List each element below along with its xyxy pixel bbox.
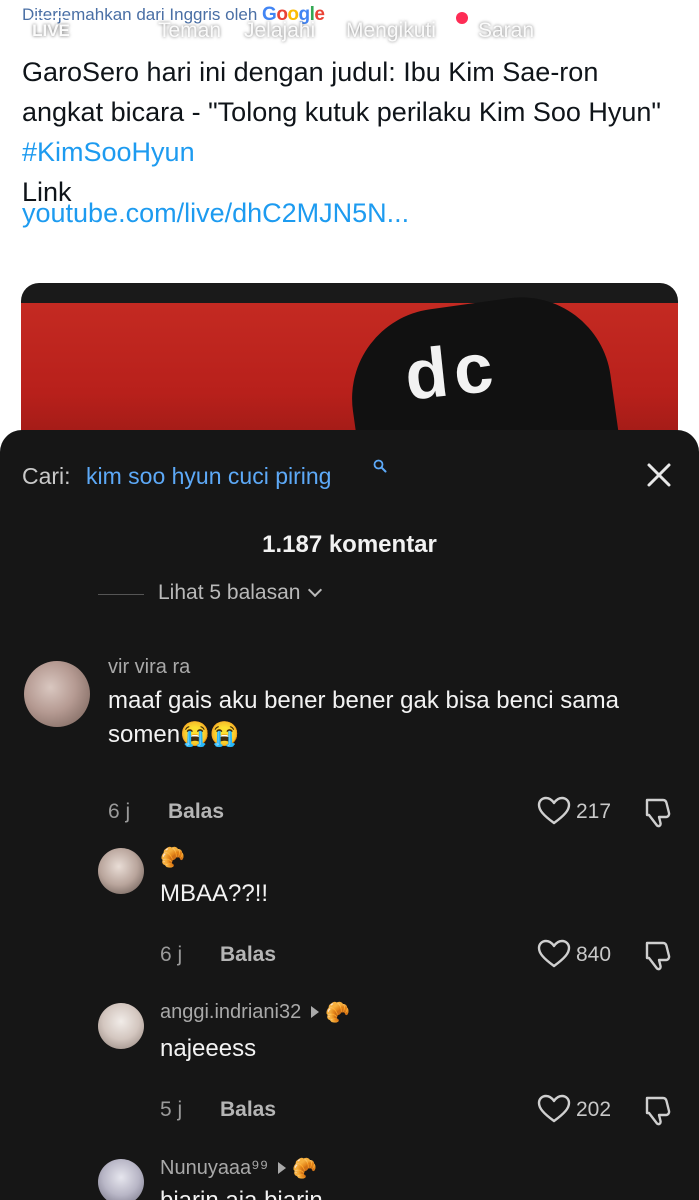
croissant-badge-icon: 🥐 <box>325 1002 351 1024</box>
search-mini-icon <box>373 459 387 473</box>
view-replies-label: Lihat 5 balasan <box>158 581 301 604</box>
tab-mengikuti[interactable]: Mengikuti <box>346 19 436 43</box>
tab-jelajahi[interactable]: Jelajahi <box>244 19 315 43</box>
comment-time: 6 j <box>160 943 183 966</box>
heart-icon[interactable] <box>537 796 571 826</box>
notification-dot <box>456 12 468 24</box>
dislike-icon[interactable] <box>641 1094 675 1126</box>
search-label: Cari: <box>22 463 71 489</box>
replies-divider <box>98 594 144 595</box>
croissant-badge-icon: 🥐 <box>292 1158 318 1180</box>
tweet-body: GaroSero hari ini dengan judul: Ibu Kim … <box>22 52 682 212</box>
like-count: 840 <box>576 943 612 966</box>
heart-icon[interactable] <box>537 1094 571 1124</box>
comment-time: 6 j <box>108 800 131 823</box>
comment-text: biarin aja biarin <box>160 1184 660 1200</box>
top-nav: LIVE Teman Jelajahi Mengikuti Saran <box>0 12 699 52</box>
avatar[interactable] <box>98 1159 144 1200</box>
chevron-down-icon <box>308 582 323 598</box>
like-count: 217 <box>576 800 612 823</box>
search-term-link[interactable]: kim soo hyun cuci piring <box>86 463 331 490</box>
reply-item: Nunuyaaa⁹⁹🥐 biarin aja biarin <box>0 1156 699 1200</box>
comment-text: maaf gais aku bener bener gak bisa benci… <box>108 687 619 748</box>
avatar[interactable] <box>24 661 90 727</box>
dislike-icon[interactable] <box>641 939 675 971</box>
dislike-icon[interactable] <box>641 796 675 828</box>
avatar[interactable] <box>98 848 144 894</box>
avatar[interactable] <box>98 1003 144 1049</box>
tweet-media[interactable]: dc <box>21 283 678 453</box>
tab-saran[interactable]: Saran <box>478 19 534 43</box>
like-count: 202 <box>576 1098 612 1121</box>
comment-username[interactable]: anggi.indriani32 🥐 <box>160 1000 350 1025</box>
heart-icon[interactable] <box>537 939 571 969</box>
tweet-card: Diterjemahkan dari Inggris oleh Google G… <box>0 0 699 453</box>
hashtag-link[interactable]: #KimSooHyun <box>22 137 195 167</box>
reply-arrow-icon <box>311 1005 320 1018</box>
view-replies-button[interactable]: Lihat 5 balasan <box>158 581 323 605</box>
search-icon[interactable] <box>626 12 670 56</box>
comment-username[interactable]: 🥐 <box>160 845 185 870</box>
close-icon[interactable] <box>644 460 674 490</box>
media-cap-letters: dc <box>401 327 503 415</box>
croissant-badge-icon: 🥐 <box>160 847 185 869</box>
comment-username[interactable]: vir vira ra <box>108 656 190 679</box>
reply-button[interactable]: Balas <box>220 1098 276 1122</box>
comment-text: MBAA??!! <box>160 880 269 907</box>
comment-text: najeeess <box>160 1035 257 1062</box>
reply-button[interactable]: Balas <box>168 800 224 824</box>
reply-arrow-icon <box>278 1161 287 1174</box>
comments-sheet: Cari: kim soo hyun cuci piring 1.187 kom… <box>0 430 699 1200</box>
live-button[interactable]: LIVE <box>30 16 72 46</box>
tweet-text: GaroSero hari ini dengan judul: Ibu Kim … <box>22 57 661 127</box>
youtube-link[interactable]: youtube.com/live/dhC2MJN5N... <box>22 198 409 229</box>
comment-username[interactable]: Nunuyaaa⁹⁹ 🥐 <box>160 1156 317 1181</box>
tab-teman[interactable]: Teman <box>158 19 221 43</box>
comment-time: 5 j <box>160 1098 183 1121</box>
comment-count: 1.187 komentar <box>262 531 437 558</box>
reply-button[interactable]: Balas <box>220 943 276 967</box>
